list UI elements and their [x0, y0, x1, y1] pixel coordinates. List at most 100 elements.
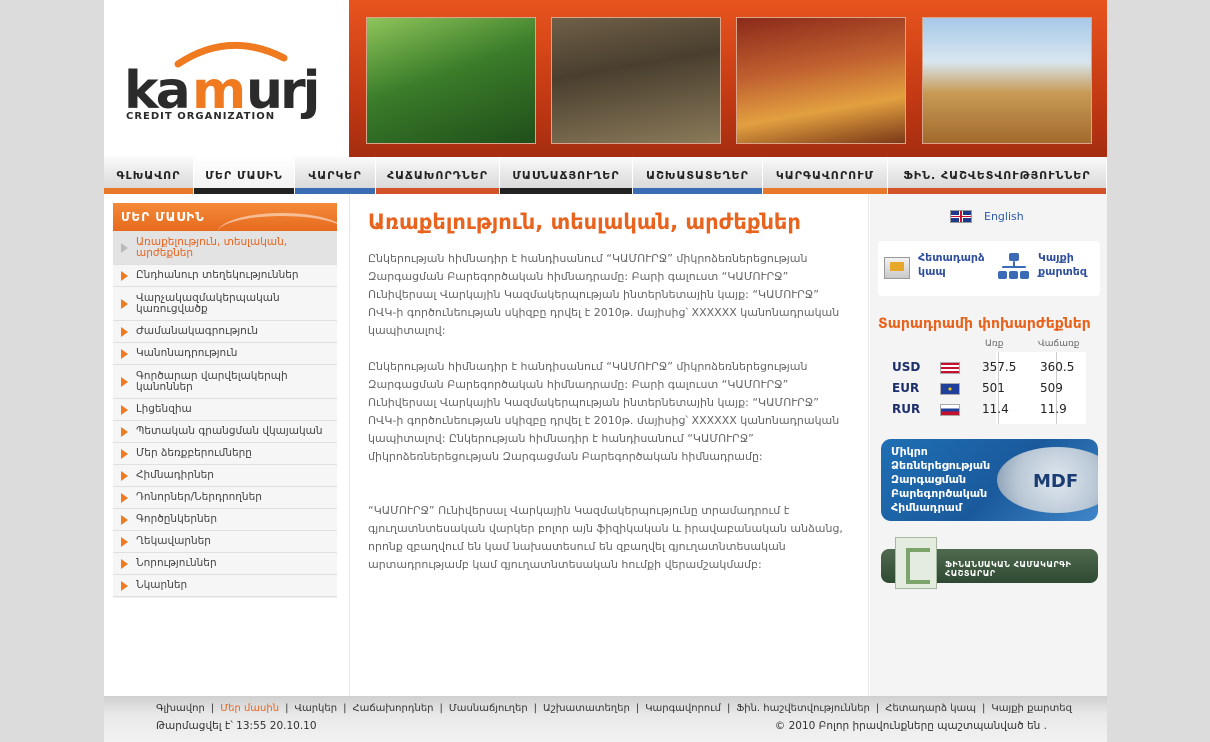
currency-code: USD [892, 360, 921, 374]
sidebar-item[interactable]: Առաքելություն, տեսլական, արժեքներ [113, 231, 337, 265]
sidebar-item[interactable]: Գործընկերներ [113, 509, 337, 531]
separator: | [875, 703, 880, 714]
sidebar-item-label: Նորություններ [136, 557, 217, 569]
sidebar-item-label: Նկարներ [136, 579, 188, 591]
footer-link[interactable]: Գլխավոր [156, 703, 205, 714]
arrow-right-icon [121, 242, 128, 253]
sidebar-item-label: Ղեկավարներ [136, 535, 211, 547]
sitemap-label: Կայքի քարտեզ [1038, 251, 1087, 278]
footer-link[interactable]: Մեր մասին [220, 703, 279, 714]
mdf-text: Միկրո Ձեռներեցության Զարգացման Բարեգործա… [891, 445, 991, 514]
separator: | [726, 703, 731, 714]
sidebar-item[interactable]: Նորություններ [113, 553, 337, 575]
sidebar-item[interactable]: Վարչակազմակերպական կառուցվածք [113, 287, 337, 321]
sidebar-item[interactable]: Ղեկավարներ [113, 531, 337, 553]
main-content: Առաքելություն, տեսլական, արժեքներ Ընկերո… [349, 194, 869, 696]
nav-label: ՎԱՐԿԵՐ [308, 169, 362, 182]
header-banner [349, 0, 1107, 157]
buy-rate: 501 [982, 381, 1005, 395]
nav-item[interactable]: ՀԱՃԱԽՈՐԴՆԵՐ [376, 157, 500, 194]
sidebar-item[interactable]: Ընդհանուր տեղեկություններ [113, 265, 337, 287]
nav-label: ԳԼԽԱՎՈՐ [116, 169, 181, 182]
language-switch[interactable]: English [950, 210, 1024, 223]
sidebar-item[interactable]: Ժամանակագրություն [113, 321, 337, 343]
sidebar-item-label: Մեր ձեռքբերումները [136, 447, 252, 459]
sidebar-menu: Առաքելություն, տեսլական, արժեքներ Ընդհանո… [113, 231, 337, 597]
nav-accent-bar [104, 188, 193, 194]
swoosh-decoration [217, 213, 337, 231]
footer-nav: Գլխավոր | Մեր մասին | Վարկեր | Հաճախորդներ | Մաս… [156, 703, 1072, 714]
sell-rate: 11.9 [1040, 402, 1067, 416]
buy-header: Առք [985, 339, 1004, 349]
sidebar-item[interactable]: Գործարար վարվելակերպի կանոններ [113, 365, 337, 399]
sidebar-item[interactable]: Դոնորներ/Ներդրողներ [113, 487, 337, 509]
footer-link[interactable]: Վարկեր [294, 703, 337, 714]
sidebar-item[interactable]: Նկարներ [113, 575, 337, 597]
arrow-right-icon [121, 426, 128, 437]
footer-link[interactable]: Կայքի քարտեզ [991, 703, 1072, 714]
sidebar-item[interactable]: Հիմնադիրներ [113, 465, 337, 487]
sidebar-item-label: Վարչակազմակերպական կառուցվածք [136, 291, 280, 315]
mdf-logo: MDF [1033, 471, 1079, 492]
nav-item[interactable]: ՖԻՆ. ՀԱՇՎԵՏՎՈՒԹՅՈՒՆՆԵՐ [888, 157, 1107, 194]
feedback-link[interactable]: Հետադարձ կապ [884, 251, 998, 279]
nav-item[interactable]: ՄԱՍՆԱՃՅՈՒՂԵՐ [500, 157, 633, 194]
sell-header: Վաճառք [1038, 339, 1080, 349]
ducklings-photo [551, 17, 721, 144]
market-vendor-photo [736, 17, 906, 144]
nav-item[interactable]: ՎԱՐԿԵՐ [295, 157, 376, 194]
main-nav: ԳԼԽԱՎՈՐ ՄԵՐ ՄԱՍԻՆ ՎԱՐԿԵՐ ՀԱՃԱԽՈՐԴՆԵՐ ՄԱՍՆԱՃՅ… [104, 157, 1107, 194]
arrow-right-icon [121, 326, 128, 337]
financial-ombudsman-banner[interactable]: ՖԻՆԱՆՍԱԿԱՆ ՀԱՄԱԿԱՐԳԻ ՀԱՇՏԱՐԱՐ [881, 537, 1098, 589]
paragraph: Ընկերության հիմնադիր է հանդիսանում “ԿԱՄՈ… [368, 360, 840, 463]
sidebar-item[interactable]: Պետական գրանցման վկայական [113, 421, 337, 443]
nav-item[interactable]: ԿԱՐԳԱՎՈՐՈՒՄ [763, 157, 888, 194]
footer-link[interactable]: Հետադարձ կապ [885, 703, 976, 714]
ombudsman-label: ՖԻՆԱՆՍԱԿԱՆ ՀԱՄԱԿԱՐԳԻ ՀԱՇՏԱՐԱՐ [945, 560, 1072, 578]
separator: | [343, 703, 347, 714]
footer: Գլխավոր | Մեր մասին | Վարկեր | Հաճախորդներ | Մաս… [104, 696, 1107, 742]
sidebar: ՄԵՐ ՄԱՍԻՆ Առաքելություն, տեսլական, արժեք… [113, 203, 337, 598]
sidebar-item-label: Ընդհանուր տեղեկություններ [136, 269, 299, 281]
footer-link[interactable]: Աշխատատեղեր [543, 703, 630, 714]
feedback-label: Հետադարձ կապ [918, 251, 985, 278]
sidebar-item[interactable]: Կանոնադրություն [113, 343, 337, 365]
separator: | [210, 703, 215, 714]
mail-icon [884, 257, 910, 279]
currency-code: EUR [892, 381, 920, 395]
language-label: English [984, 210, 1024, 223]
nav-label: ՖԻՆ. ՀԱՇՎԵՏՎՈՒԹՅՈՒՆՆԵՐ [903, 169, 1091, 182]
rate-row: RUR 11.4 11.9 [890, 399, 1090, 420]
arrow-right-icon [121, 580, 128, 591]
sidebar-item[interactable]: Լիցենզիա [113, 399, 337, 421]
nav-item[interactable]: ԳԼԽԱՎՈՐ [104, 157, 194, 194]
eu-flag-icon [940, 383, 960, 395]
kamurj-logo[interactable]: ka m urj CREDIT ORGANIZATION [124, 34, 334, 124]
mdf-banner[interactable]: Միկրո Ձեռներեցության Զարգացման Բարեգործա… [881, 439, 1098, 521]
sidebar-item-label: Գործընկերներ [136, 513, 217, 525]
separator: | [635, 703, 640, 714]
buy-rate: 11.4 [982, 402, 1009, 416]
uk-flag-icon [950, 210, 972, 223]
footer-link[interactable]: Կարգավորում [645, 703, 721, 714]
separator: | [285, 703, 289, 714]
nav-item[interactable]: ՄԵՐ ՄԱՍԻՆ [194, 157, 295, 194]
ru-flag-icon [940, 404, 960, 416]
paragraph: “ԿԱՄՈՒՐՋ” Ունիվերսալ Վարկային Կազմակերպո… [368, 504, 843, 571]
exchange-rates-title: Տարադրամի փոխարժեքներ [878, 316, 1091, 332]
footer-link[interactable]: Հաճախորդներ [352, 703, 433, 714]
separator: | [439, 703, 443, 714]
arrow-right-icon [121, 298, 128, 309]
nav-item[interactable]: ԱՇԽԱՏԱՏԵՂԵՐ [633, 157, 763, 194]
sidebar-item[interactable]: Մեր ձեռքբերումները [113, 443, 337, 465]
sidebar-item-label: Հիմնադիրներ [136, 469, 214, 481]
sitemap-link[interactable]: Կայքի քարտեզ [998, 251, 1098, 281]
sitemap-icon [998, 253, 1030, 281]
arrow-right-icon [121, 404, 128, 415]
paragraph: Ընկերության հիմնադիր է հանդիսանում “ԿԱՄՈ… [368, 252, 840, 337]
footer-link[interactable]: Ֆին. հաշվետվություններ [736, 703, 870, 714]
nav-label: ԱՇԽԱՏԱՏԵՂԵՐ [646, 169, 749, 182]
footer-link[interactable]: Մասնաճյուղեր [449, 703, 528, 714]
logo-area: ka m urj CREDIT ORGANIZATION [104, 0, 349, 157]
sell-rate: 360.5 [1040, 360, 1075, 374]
